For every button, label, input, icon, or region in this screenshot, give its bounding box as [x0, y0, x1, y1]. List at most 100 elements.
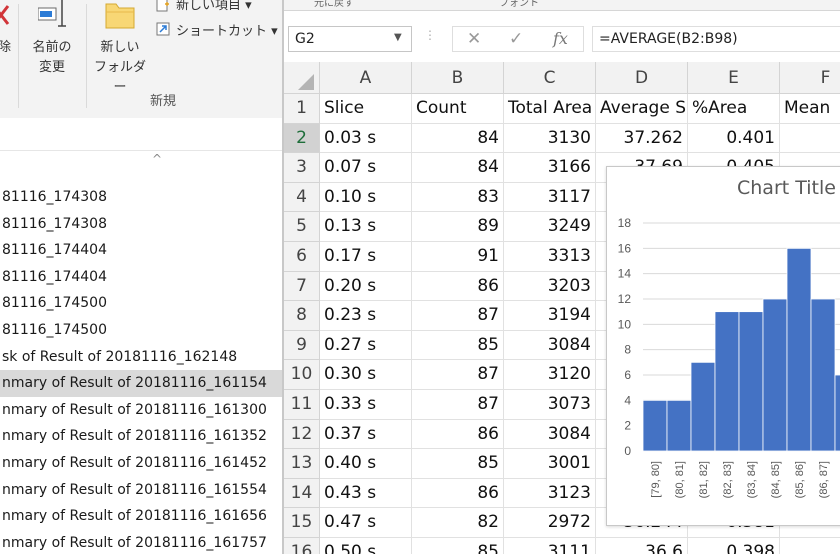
chart-bar[interactable]: [738, 311, 764, 452]
cell[interactable]: 3166: [504, 153, 596, 183]
row-header[interactable]: 11: [284, 390, 320, 420]
chart-bar[interactable]: [834, 374, 840, 452]
cell[interactable]: %Area: [688, 94, 780, 124]
cell[interactable]: 0.47 s: [320, 508, 412, 538]
column-header[interactable]: F: [780, 62, 840, 94]
cell[interactable]: 89: [412, 212, 504, 242]
new-folder-button[interactable]: 新しい フォルダー: [90, 38, 150, 98]
cell[interactable]: 3120: [504, 360, 596, 390]
cell[interactable]: 3130: [504, 123, 596, 154]
row-header[interactable]: 7: [284, 271, 320, 302]
cell[interactable]: 85: [412, 449, 504, 479]
cell[interactable]: 0.17 s: [320, 242, 412, 272]
row-header[interactable]: 6: [284, 242, 320, 272]
file-list-item[interactable]: nmary of Result of 20181116_161757: [0, 530, 282, 554]
cell[interactable]: 0.27 s: [320, 330, 412, 361]
row-header[interactable]: 1: [284, 94, 320, 124]
rename-button[interactable]: 名前の 変更: [30, 38, 74, 78]
file-list-item[interactable]: 81116_174404: [0, 264, 282, 291]
row-header[interactable]: 4: [284, 182, 320, 213]
histogram-chart[interactable]: Chart Title 0 2 4 6 8 10 12 14 16 18 [79, 80] (80, …: [606, 166, 840, 526]
formula-bar-grip-icon[interactable]: ⋮: [424, 28, 436, 42]
cell[interactable]: 86: [412, 271, 504, 302]
cell[interactable]: 3203: [504, 271, 596, 302]
cell[interactable]: 0.10 s: [320, 182, 412, 213]
chart-bar[interactable]: [786, 247, 812, 452]
cell[interactable]: 3123: [504, 478, 596, 509]
row-header[interactable]: 10: [284, 360, 320, 390]
enter-formula-icon[interactable]: ✓: [509, 27, 523, 51]
chart-bar[interactable]: [714, 311, 740, 452]
cell[interactable]: 0.43 s: [320, 478, 412, 509]
cell[interactable]: 82: [412, 508, 504, 538]
cell[interactable]: 0.37 s: [320, 419, 412, 450]
cell[interactable]: Count: [412, 94, 504, 124]
cell[interactable]: 0.07 s: [320, 153, 412, 183]
row-header[interactable]: 8: [284, 301, 320, 331]
file-list-item[interactable]: nmary of Result of 20181116_161300: [0, 397, 282, 424]
delete-button-label[interactable]: 除: [0, 38, 11, 58]
file-list-item[interactable]: nmary of Result of 20181116_161154: [0, 370, 282, 397]
file-list-item[interactable]: sk of Result of 20181116_162148: [0, 344, 282, 371]
row-header[interactable]: 15: [284, 508, 320, 538]
cell[interactable]: 84: [412, 123, 504, 154]
row-header[interactable]: 16: [284, 538, 320, 554]
row-header[interactable]: 13: [284, 449, 320, 479]
cell[interactable]: 0.23 s: [320, 301, 412, 331]
cell[interactable]: 3194: [504, 301, 596, 331]
cell[interactable]: 0.50 s: [320, 538, 412, 554]
cell[interactable]: 2972: [504, 508, 596, 538]
cell[interactable]: 37.262: [596, 123, 688, 154]
cell[interactable]: 86: [412, 419, 504, 450]
delete-icon[interactable]: [0, 0, 18, 30]
chart-bar[interactable]: [642, 399, 668, 452]
column-header[interactable]: E: [688, 62, 780, 94]
cell[interactable]: 3249: [504, 212, 596, 242]
cell[interactable]: 3117: [504, 182, 596, 213]
cell[interactable]: 3073: [504, 390, 596, 420]
new-folder-icon[interactable]: [104, 0, 136, 30]
cell[interactable]: 85: [412, 330, 504, 361]
file-list-item[interactable]: nmary of Result of 20181116_161656: [0, 503, 282, 530]
file-list-item[interactable]: 81116_174308: [0, 211, 282, 238]
cell[interactable]: 84: [412, 153, 504, 183]
cell[interactable]: 86: [412, 478, 504, 509]
row-header[interactable]: 12: [284, 419, 320, 450]
chart-bar[interactable]: [666, 399, 692, 452]
select-all-corner[interactable]: [284, 62, 320, 94]
cell[interactable]: 0.20 s: [320, 271, 412, 302]
cell[interactable]: 3313: [504, 242, 596, 272]
column-header[interactable]: C: [504, 62, 596, 94]
chart-bar[interactable]: [762, 298, 788, 452]
cell[interactable]: Total Area: [504, 94, 596, 124]
rename-icon[interactable]: [38, 0, 68, 30]
cell[interactable]: Slice: [320, 94, 412, 124]
cell[interactable]: 0.398: [688, 538, 780, 554]
cell[interactable]: 0.30 s: [320, 360, 412, 390]
cell[interactable]: Mean: [780, 94, 840, 124]
cell[interactable]: 91: [412, 242, 504, 272]
row-header[interactable]: 9: [284, 330, 320, 361]
cell[interactable]: 3001: [504, 449, 596, 479]
insert-function-icon[interactable]: fx: [553, 27, 568, 51]
cell[interactable]: 0.03 s: [320, 123, 412, 154]
file-list-item[interactable]: 81116_174500: [0, 290, 282, 317]
chart-bar[interactable]: [810, 298, 836, 452]
cell[interactable]: 2: [780, 124, 840, 154]
name-box-dropdown-icon[interactable]: ▼: [394, 32, 402, 43]
column-header[interactable]: A: [320, 62, 412, 94]
cell[interactable]: Average Si: [596, 94, 688, 124]
row-header[interactable]: 2: [284, 123, 320, 154]
cell[interactable]: 36.6: [596, 538, 688, 554]
cell[interactable]: 87: [412, 360, 504, 390]
cell[interactable]: 87: [412, 301, 504, 331]
cell[interactable]: 3084: [504, 419, 596, 450]
cell[interactable]: 0.401: [688, 123, 780, 154]
cell[interactable]: [780, 538, 840, 554]
cell[interactable]: 0.13 s: [320, 212, 412, 242]
row-header[interactable]: 3: [284, 153, 320, 183]
file-list-item[interactable]: nmary of Result of 20181116_161352: [0, 423, 282, 450]
file-list-item[interactable]: nmary of Result of 20181116_161452: [0, 450, 282, 477]
file-list-item[interactable]: 81116_174404: [0, 237, 282, 264]
column-header[interactable]: B: [412, 62, 504, 94]
